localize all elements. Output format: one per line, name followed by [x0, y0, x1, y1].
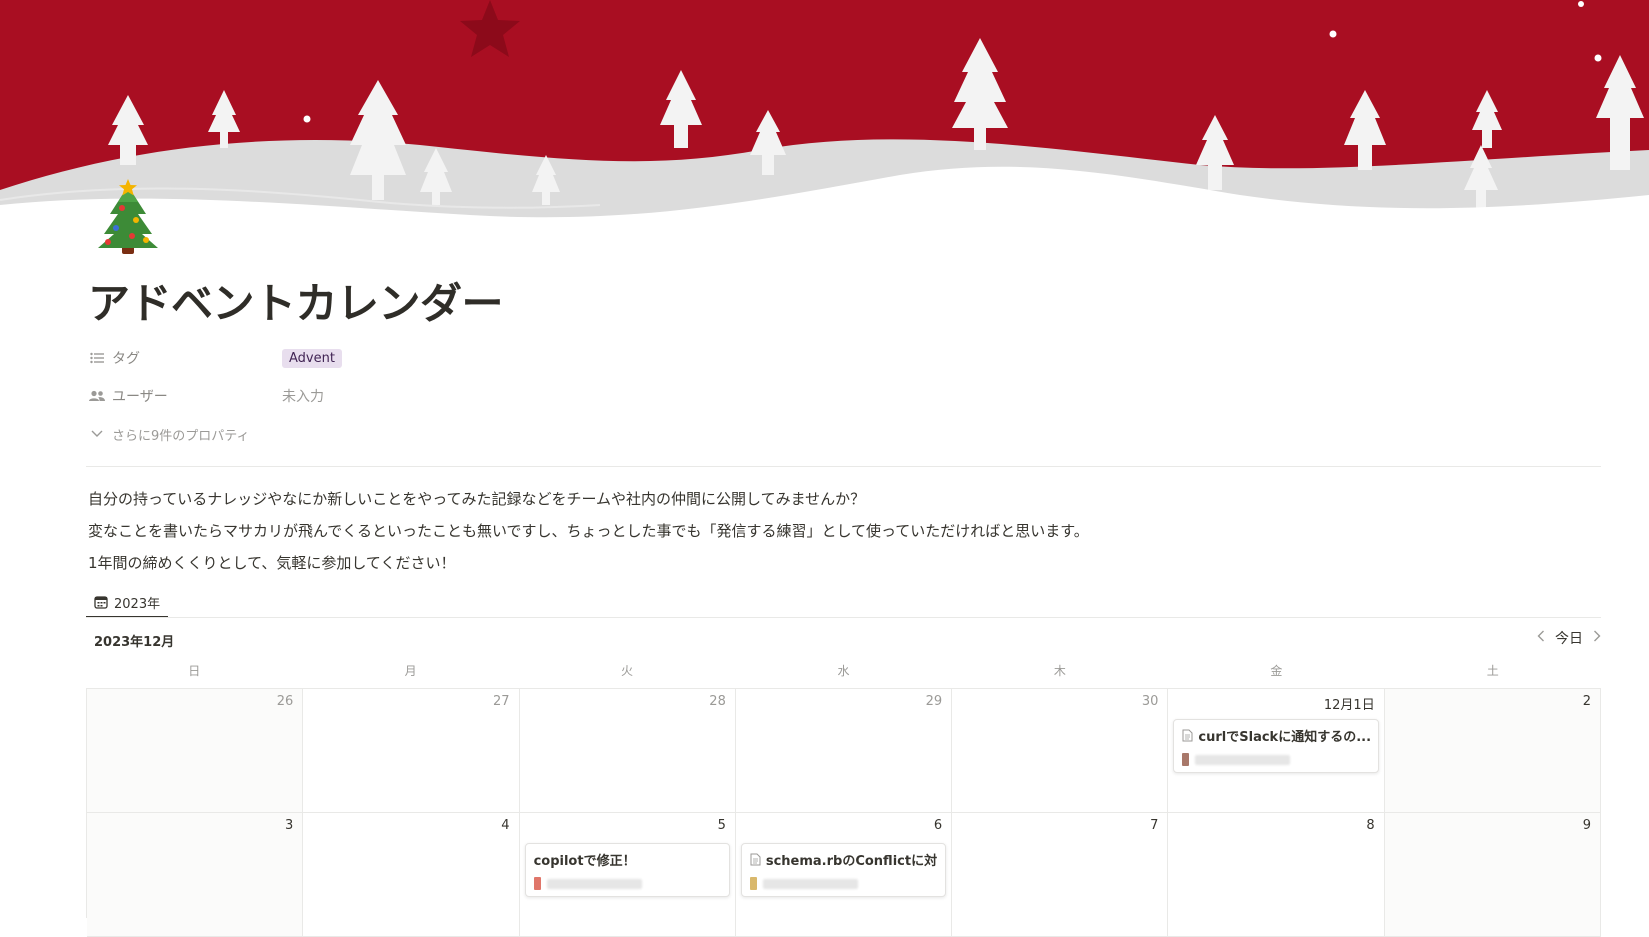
day-number: 29: [925, 694, 943, 709]
weekday-header: 日 月 火 水 木 金 土: [86, 662, 1601, 679]
day-number: 8: [1366, 818, 1375, 833]
calendar-day-cell[interactable]: 2: [1384, 689, 1601, 813]
redacted-author: [1195, 754, 1291, 765]
calendar-day-cell[interactable]: 8: [1168, 813, 1385, 937]
avatar: [749, 877, 757, 890]
day-number: 2: [1582, 694, 1591, 709]
calendar-day-cell[interactable]: 29: [735, 689, 953, 813]
description-line[interactable]: 1年間の締めくくりとして、気軽に参加してください！: [88, 552, 455, 573]
day-number: 28: [709, 694, 726, 709]
weekday-label: 火: [621, 664, 634, 678]
day-number: 27: [493, 694, 510, 709]
day-number: 12月1日: [1323, 698, 1375, 713]
calendar-navigation: 今日: [1537, 628, 1601, 648]
property-tag[interactable]: タグ Advent: [88, 344, 342, 372]
today-button[interactable]: 今日: [1555, 628, 1583, 648]
tab-label: 2023年: [114, 596, 161, 612]
calendar-day-cell[interactable]: 28: [519, 689, 736, 813]
document-icon: [1182, 729, 1193, 742]
calendar-day-cell[interactable]: 9: [1384, 813, 1601, 937]
day-number: 7: [1150, 818, 1159, 833]
redacted-author: [546, 878, 642, 889]
calendar-day-cell[interactable]: 3: [87, 813, 304, 937]
calendar-day-cell[interactable]: 6 schema.rbのConflictに対...: [735, 813, 953, 937]
tab-calendar-view[interactable]: 2023年: [86, 588, 169, 618]
description-line[interactable]: 自分の持っているナレッジやなにか新しいことをやってみた記録などをチームや社内の仲…: [88, 488, 865, 509]
calendar-grid: 26 27 28 29 30 12月1日 curlでSlackに通知するの...…: [86, 688, 1601, 937]
page-cover: [0, 0, 1649, 225]
event-title: copilotで修正！: [533, 854, 636, 869]
tag-advent[interactable]: Advent: [282, 349, 342, 368]
people-icon: [88, 387, 106, 405]
day-number: 30: [1141, 694, 1159, 709]
calendar-day-cell[interactable]: 12月1日 curlでSlackに通知するの...: [1168, 689, 1385, 813]
calendar-day-cell[interactable]: 30: [952, 689, 1169, 813]
day-number: 9: [1582, 818, 1591, 833]
prev-month-button[interactable]: [1537, 630, 1545, 646]
weekday-label: 月: [404, 664, 417, 678]
more-properties-label: さらに9件のプロパティ: [112, 428, 250, 444]
document-icon: [750, 853, 761, 866]
list-icon: [88, 349, 106, 367]
day-number: 5: [717, 818, 726, 833]
description-line[interactable]: 変なことを書いたらマサカリが飛んでくるといったことも無いですし、ちょっとした事で…: [88, 520, 1089, 541]
property-user-value[interactable]: 未入力: [282, 386, 324, 406]
chevron-down-icon: [88, 425, 106, 443]
event-card[interactable]: curlでSlackに通知するの...: [1173, 719, 1379, 773]
day-number: 4: [501, 818, 510, 833]
day-number: 6: [933, 818, 943, 833]
divider: [86, 466, 1601, 467]
calendar-day-cell[interactable]: 5 copilotで修正！: [519, 813, 736, 937]
weekday-label: 金: [1270, 664, 1283, 678]
tab-divider: [86, 617, 1601, 618]
redacted-author: [762, 878, 858, 889]
avatar: [533, 877, 541, 890]
event-title: schema.rbのConflictに対...: [765, 854, 938, 869]
event-card[interactable]: schema.rbのConflictに対...: [740, 843, 947, 897]
more-properties-toggle[interactable]: さらに9件のプロパティ: [88, 420, 250, 448]
avatar: [1182, 753, 1190, 766]
calendar-day-cell[interactable]: 4: [303, 813, 520, 937]
day-number: 26: [276, 694, 294, 709]
next-month-button[interactable]: [1593, 630, 1601, 646]
calendar-day-cell[interactable]: 26: [87, 689, 304, 813]
event-title: curlでSlackに通知するの...: [1198, 730, 1370, 745]
property-user-label: ユーザー: [112, 389, 168, 405]
calendar-day-cell[interactable]: 7: [952, 813, 1169, 937]
weekday-label: 土: [1486, 664, 1499, 678]
weekday-label: 水: [837, 664, 850, 678]
calendar-day-cell[interactable]: 27: [303, 689, 520, 813]
weekday-label: 木: [1053, 664, 1066, 678]
day-number: 3: [285, 818, 294, 833]
weekday-label: 日: [188, 664, 201, 678]
page-title[interactable]: アドベントカレンダー: [88, 270, 504, 331]
property-user[interactable]: ユーザー 未入力: [88, 382, 324, 410]
month-label: 2023年12月: [94, 635, 175, 650]
property-tag-label: タグ: [112, 351, 140, 367]
christmas-tree-icon[interactable]: [92, 178, 164, 262]
event-card[interactable]: copilotで修正！: [524, 843, 730, 897]
calendar-icon: [94, 595, 108, 609]
